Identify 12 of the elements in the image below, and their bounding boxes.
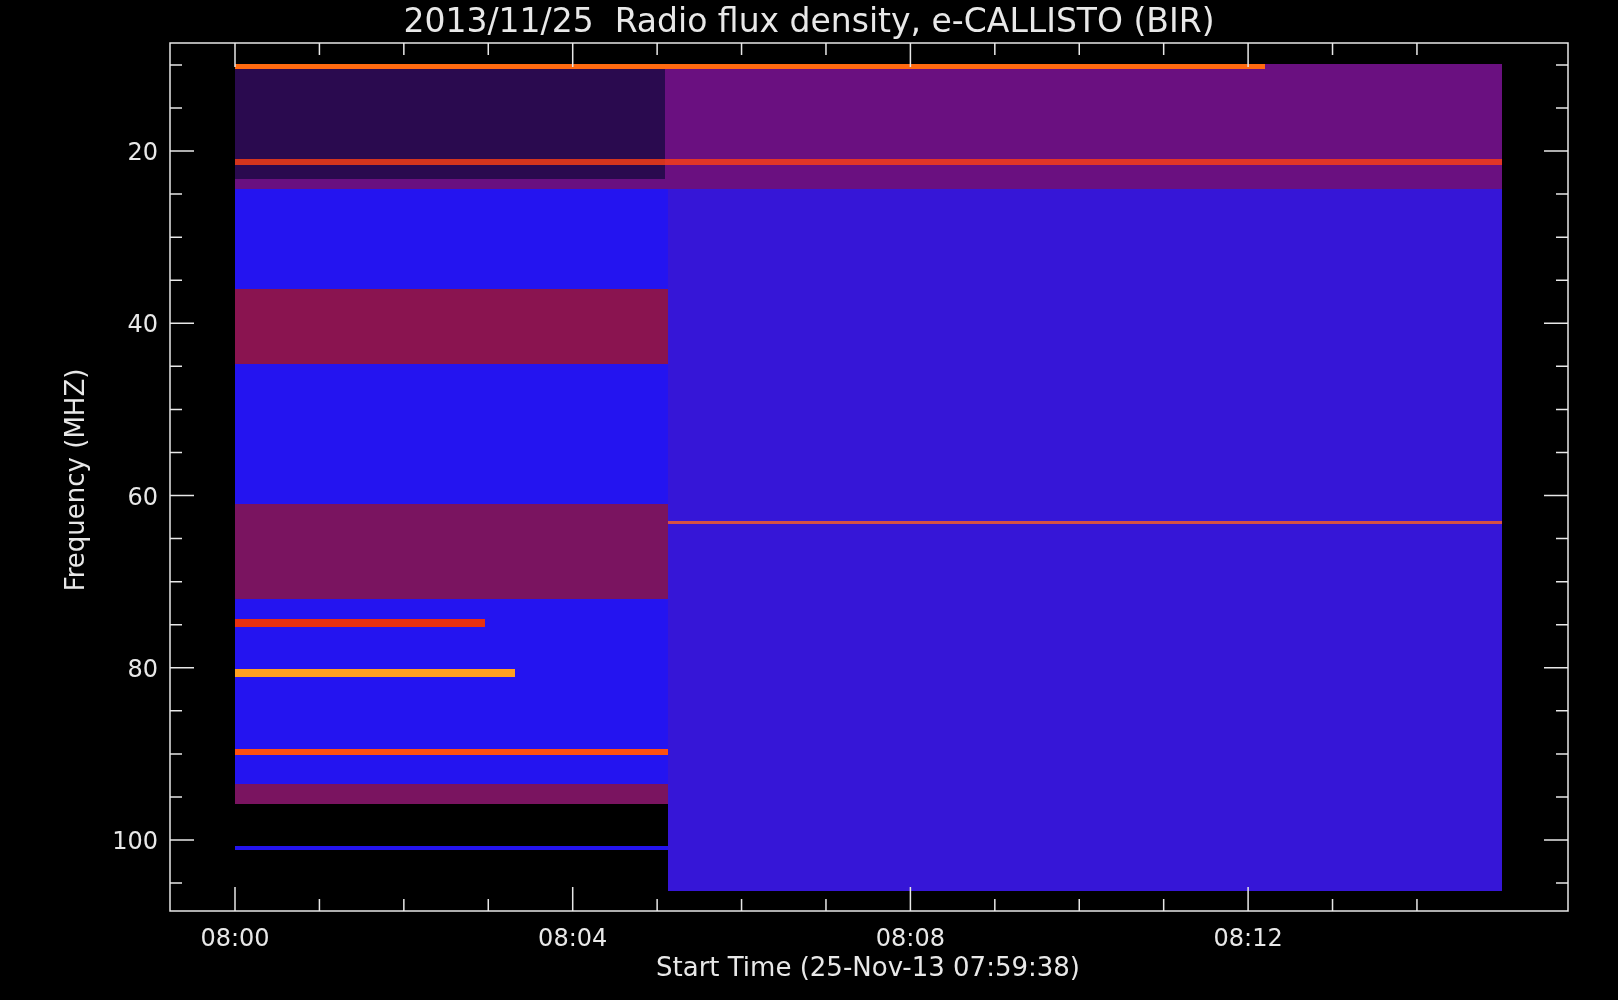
tick-label: 20 <box>127 138 158 166</box>
tick-label: 40 <box>127 310 158 339</box>
tick-label: 08:12 <box>1213 924 1283 952</box>
tick-label: 100 <box>112 827 158 855</box>
tick-label: 60 <box>127 482 158 511</box>
axis-label: Start Time (25-Nov-13 07:59:38) <box>656 952 1080 982</box>
tick-label: 08:08 <box>875 924 945 952</box>
tick-label: 08:04 <box>538 924 608 952</box>
chart-title: 2013/11/25 Radio flux density, e-CALLISTO (BIR) <box>403 1 1215 40</box>
tick-label: 80 <box>127 654 158 683</box>
axis-label: Frequency (MHZ) <box>60 368 90 592</box>
tick-label: 08:00 <box>200 924 270 952</box>
